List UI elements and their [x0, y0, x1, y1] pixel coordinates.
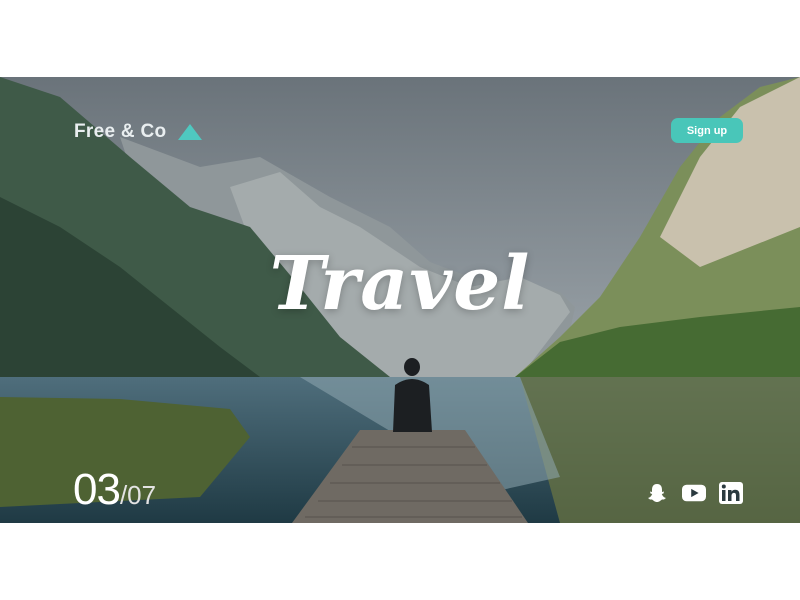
brand-name: Free & Co [74, 121, 167, 142]
slide-total: /07 [119, 480, 157, 510]
sign-up-button[interactable]: Sign up [671, 118, 743, 143]
slide-current: 03 [73, 465, 121, 514]
slide-counter: 03 /07 [73, 465, 156, 515]
social-links [645, 482, 743, 504]
hero-banner: Free & Co Sign up Travel 03 /07 [0, 77, 800, 523]
hero-headline: Travel [269, 241, 531, 327]
triangle-logo-icon [178, 124, 203, 140]
linkedin-icon[interactable] [719, 482, 743, 504]
brand-logo[interactable]: Free & Co [74, 121, 203, 143]
snapchat-icon[interactable] [645, 482, 669, 504]
youtube-icon[interactable] [682, 482, 706, 504]
